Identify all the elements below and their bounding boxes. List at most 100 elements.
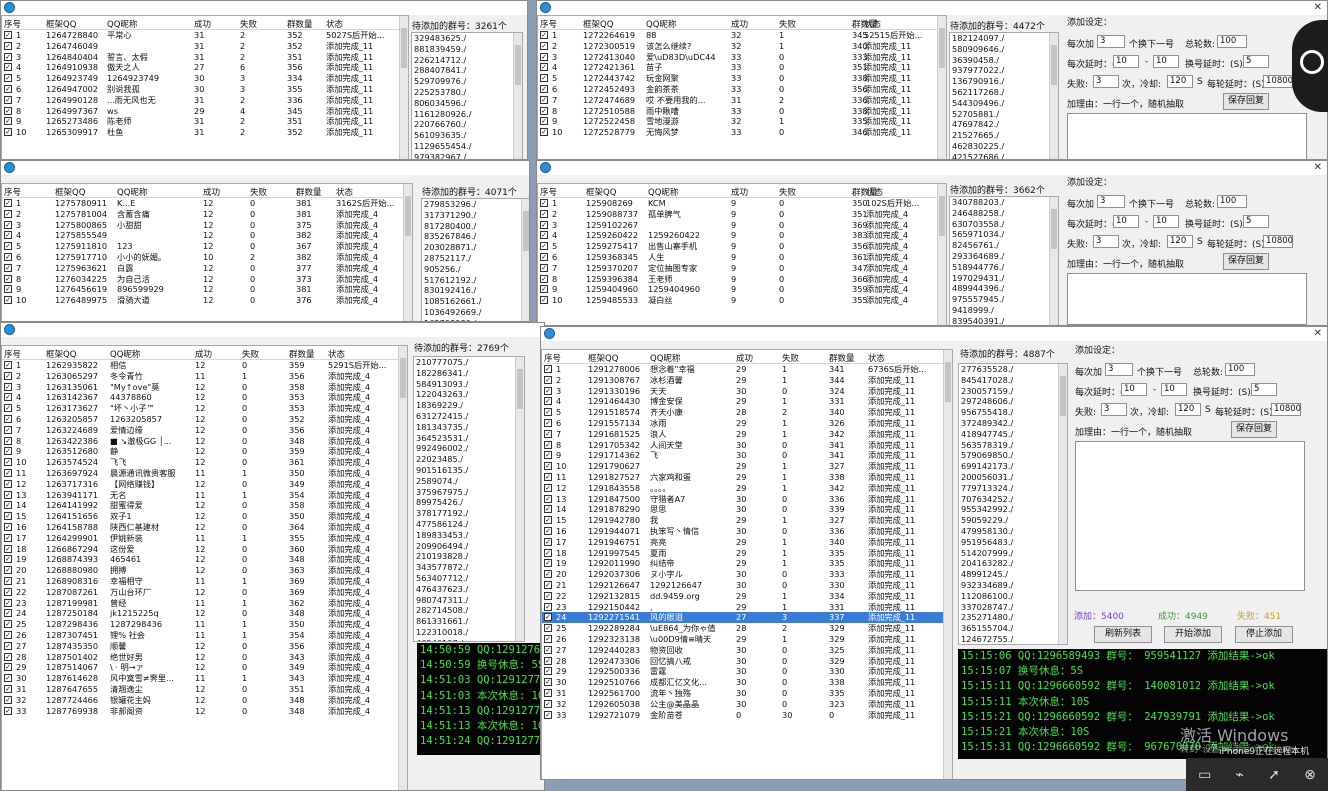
table-row[interactable]: ✓ 8 1259396384 王老师 9 0 366 添加完成_4 bbox=[538, 274, 946, 285]
table-scrollbar[interactable] bbox=[943, 350, 952, 779]
column-header-frame[interactable]: 框架QQ bbox=[46, 348, 76, 360]
column-header-succ[interactable]: 成功 bbox=[731, 186, 748, 198]
row-checkbox[interactable]: ✓ bbox=[540, 52, 548, 61]
table-row[interactable]: ✓ 3 1259102267 9 0 369 添加完成_4 bbox=[538, 220, 946, 231]
row-checkbox[interactable]: ✓ bbox=[4, 436, 12, 445]
refresh-list-button[interactable]: 刷新列表 bbox=[1094, 626, 1152, 643]
account-table[interactable]: 序号 框架QQ QQ昵称 成功 失败 群数量 状态 ✓ 1 1275780911 K...E 12 0 3… bbox=[1, 183, 413, 321]
row-checkbox[interactable]: ✓ bbox=[4, 620, 12, 629]
row-checkbox[interactable]: ✓ bbox=[544, 526, 552, 535]
close-icon[interactable]: ✕ bbox=[1314, 1, 1322, 15]
table-row[interactable]: ✓ 19 1268874393 465461 12 0 348 添加完成_4 bbox=[2, 554, 407, 565]
table-row[interactable]: ✓ 22 1287087261 万山台环厂 12 0 369 添加完成_4 bbox=[2, 587, 407, 598]
table-row[interactable]: ✓ 25 1287298436 1287298436 11 1 350 添加完成_4 bbox=[2, 619, 407, 630]
table-row[interactable]: ✓ 11 1263697924 晨源通讯微贵客服 11 1 350 添加完成_4 bbox=[2, 468, 407, 479]
row-checkbox[interactable]: ✓ bbox=[540, 285, 548, 294]
pending-scrollbar[interactable] bbox=[1058, 364, 1067, 644]
account-table[interactable]: 序号 框架QQ QQ昵称 成功 失败 群数量 状态 ✓ 1 125908269 KCM 9 0 350 10… bbox=[537, 183, 947, 325]
table-row[interactable]: ✓ 9 1265273486 陈老师 31 2 351 添加完成_11 bbox=[2, 116, 408, 127]
pointer-icon[interactable]: ➚ bbox=[1268, 767, 1280, 783]
swap-input[interactable]: 5 bbox=[1243, 55, 1269, 68]
row-checkbox[interactable]: ✓ bbox=[544, 537, 552, 546]
account-table[interactable]: 序号 框架QQ QQ昵称 成功 失败 群数量 状态 ✓ 1 1262935822 相信 12 0 359 5… bbox=[1, 345, 408, 790]
row-checkbox[interactable]: ✓ bbox=[544, 667, 552, 676]
table-row[interactable]: ✓ 21 1268908316 幸福相守 11 1 369 添加完成_4 bbox=[2, 576, 407, 587]
table-row[interactable]: ✓ 20 1292037306 ヌ小字ル 30 0 333 添加完成_11 bbox=[542, 569, 952, 580]
table-row[interactable]: ✓ 24 1287250184 jk1215225q 12 0 348 添加完成_4 bbox=[2, 608, 407, 619]
row-checkbox[interactable]: ✓ bbox=[540, 263, 548, 272]
column-header-nick[interactable]: QQ昵称 bbox=[110, 348, 140, 360]
row-checkbox[interactable]: ✓ bbox=[544, 559, 552, 568]
row-checkbox[interactable]: ✓ bbox=[544, 688, 552, 697]
row-checkbox[interactable]: ✓ bbox=[4, 490, 12, 499]
row-checkbox[interactable]: ✓ bbox=[4, 231, 12, 240]
table-row[interactable]: ✓ 9 1291714362 飞 30 0 341 添加完成_11 bbox=[542, 450, 952, 461]
cool-input[interactable]: 120 bbox=[1167, 235, 1193, 248]
row-checkbox[interactable]: ✓ bbox=[540, 106, 548, 115]
row-checkbox[interactable]: ✓ bbox=[4, 566, 12, 575]
save-reply-button[interactable]: 保存回复 bbox=[1231, 421, 1277, 438]
account-table[interactable]: 序号 框架QQ QQ昵称 成功 失败 群数量 状态 ✓ 1 1291278006 想念着"幸福 29 1… bbox=[541, 349, 953, 779]
table-row[interactable]: ✓ 6 1259368345 人生 9 0 361 添加完成_4 bbox=[538, 252, 946, 263]
column-header-succ[interactable]: 成功 bbox=[194, 18, 211, 30]
row-checkbox[interactable]: ✓ bbox=[4, 296, 12, 305]
column-header-succ[interactable]: 成功 bbox=[736, 352, 753, 364]
table-row[interactable]: ✓ 28 1287501402 绝世好男 12 0 343 添加完成_4 bbox=[2, 652, 407, 663]
table-row[interactable]: ✓ 4 1291464430 博金安保 29 1 331 添加完成_11 bbox=[542, 396, 952, 407]
table-row[interactable]: ✓ 32 1292605038 公主@美晶晶 30 0 323 添加完成_11 bbox=[542, 699, 952, 710]
row-checkbox[interactable]: ✓ bbox=[540, 128, 548, 137]
table-row[interactable]: ✓ 5 1272443742 玩金网聚 33 0 338 添加完成_11 bbox=[538, 73, 946, 84]
delay-min-input[interactable]: 10 bbox=[1121, 383, 1147, 396]
chat-icon[interactable]: ▭ bbox=[1198, 767, 1211, 783]
row-checkbox[interactable]: ✓ bbox=[540, 31, 548, 39]
row-checkbox[interactable]: ✓ bbox=[544, 699, 552, 708]
cool-input[interactable]: 120 bbox=[1167, 75, 1193, 88]
table-row[interactable]: ✓ 2 1263065297 冬令青竹 11 1 356 添加完成_4 bbox=[2, 371, 407, 382]
per-input[interactable]: 3 bbox=[1097, 195, 1125, 208]
table-row[interactable]: ✓ 6 1291557134 冰雨 29 1 326 添加完成_11 bbox=[542, 418, 952, 429]
column-header-frame[interactable]: 框架QQ bbox=[55, 186, 85, 198]
table-row[interactable]: ✓ 3 1264840404 誓言、太假 31 2 351 添加完成_11 bbox=[2, 52, 408, 63]
table-row[interactable]: ✓ 10 1259485533 凝白丝 9 0 355 添加完成_4 bbox=[538, 295, 946, 306]
table-row[interactable]: ✓ 1 1262935822 相信 12 0 359 5291S后开始... bbox=[2, 360, 407, 371]
table-row[interactable]: ✓ 2 1272300519 该怎么继续? 32 1 340 添加完成_11 bbox=[538, 41, 946, 52]
row-checkbox[interactable]: ✓ bbox=[4, 576, 12, 585]
table-row[interactable]: ✓ 3 1272413040 爱\uD83D\uDC44 33 0 333 添加完成_11 bbox=[538, 52, 946, 63]
row-checkbox[interactable]: ✓ bbox=[4, 84, 12, 93]
table-row[interactable]: ✓ 2 1291308767 冰杉酒馨 29 1 344 添加完成_11 bbox=[542, 375, 952, 386]
round-input[interactable]: 10800 bbox=[1271, 403, 1301, 416]
row-checkbox[interactable]: ✓ bbox=[4, 425, 12, 434]
row-checkbox[interactable]: ✓ bbox=[4, 404, 12, 413]
table-scrollbar[interactable] bbox=[937, 184, 946, 325]
row-checkbox[interactable]: ✓ bbox=[544, 602, 552, 611]
round-input[interactable]: 10800 bbox=[1263, 235, 1293, 248]
table-row[interactable]: ✓ 32 1287724466 银罐花主妈 12 0 348 添加完成_4 bbox=[2, 695, 407, 706]
row-checkbox[interactable]: ✓ bbox=[4, 220, 12, 229]
row-checkbox[interactable]: ✓ bbox=[4, 63, 12, 72]
row-checkbox[interactable]: ✓ bbox=[544, 710, 552, 719]
row-checkbox[interactable]: ✓ bbox=[544, 365, 552, 373]
row-checkbox[interactable]: ✓ bbox=[4, 468, 12, 477]
column-header-fail[interactable]: 失败 bbox=[779, 186, 796, 198]
account-table[interactable]: 序号 框架QQ QQ昵称 成功 失败 群数量 状态 ✓ 1 1264728840 平常心 31 2 352… bbox=[1, 15, 409, 159]
table-row[interactable]: ✓ 11 1291827527 六家鸡和蛋 29 1 338 添加完成_11 bbox=[542, 472, 952, 483]
column-header-frame[interactable]: 框架QQ bbox=[586, 186, 616, 198]
table-row[interactable]: ✓ 17 1264299901 伊姚新装 11 1 355 添加完成_4 bbox=[2, 533, 407, 544]
swap-input[interactable]: 5 bbox=[1251, 383, 1277, 396]
table-row[interactable]: ✓ 9 1276456619 896599929 12 0 381 添加完成_4 bbox=[2, 284, 412, 295]
pending-scrollbar[interactable] bbox=[513, 33, 522, 159]
table-row[interactable]: ✓ 26 1292323138 \u00D9情≡晴天 29 1 329 添加完成_11 bbox=[542, 634, 952, 645]
column-header-fail[interactable]: 失败 bbox=[779, 18, 796, 30]
table-row[interactable]: ✓ 7 1264990128 ...雨无风也无 31 2 336 添加完成_11 bbox=[2, 95, 408, 106]
pending-scrollbar[interactable] bbox=[521, 199, 529, 321]
row-checkbox[interactable]: ✓ bbox=[4, 630, 12, 639]
close-icon[interactable]: ✕ bbox=[1314, 161, 1322, 175]
swap-input[interactable]: 5 bbox=[1243, 215, 1269, 228]
table-row[interactable]: ✓ 3 1263135061 "My↑ove"莫 12 0 358 添加完成_4 bbox=[2, 382, 407, 393]
round-input[interactable]: 10800 bbox=[1263, 75, 1293, 88]
row-checkbox[interactable]: ✓ bbox=[544, 656, 552, 665]
table-row[interactable]: ✓ 5 1263173627 "坏丶小子™ 12 0 353 添加完成_4 bbox=[2, 403, 407, 414]
table-row[interactable]: ✓ 7 1272474689 哎 不要用我的... 31 2 336 添加完成_11 bbox=[538, 95, 946, 106]
delay-max-input[interactable]: 10 bbox=[1153, 215, 1179, 228]
table-row[interactable]: ✓ 14 1291878290 思思 30 0 339 添加完成_11 bbox=[542, 504, 952, 515]
